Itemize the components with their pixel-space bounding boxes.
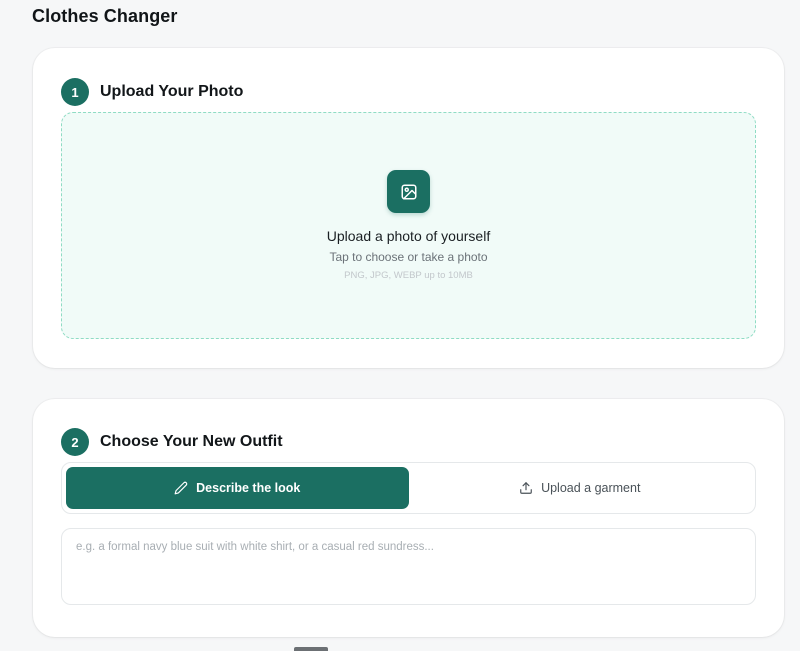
outfit-mode-tabs: Describe the look Upload a garment (61, 462, 756, 514)
step-2-badge: 2 (61, 428, 89, 456)
dropzone-subtitle: Tap to choose or take a photo (329, 250, 488, 264)
tab-upload-garment-label: Upload a garment (541, 481, 641, 495)
image-icon (387, 170, 430, 213)
dropzone-title: Upload a photo of yourself (326, 228, 491, 244)
step-1-title: Upload Your Photo (100, 83, 244, 100)
step-2-title: Choose Your New Outfit (100, 433, 283, 450)
step-1-header: 1 Upload Your Photo (61, 78, 243, 106)
outfit-description-field-wrapper (61, 528, 756, 605)
step-2-header: 2 Choose Your New Outfit (61, 428, 283, 456)
dropzone-file-hint: PNG, JPG, WEBP up to 10MB (344, 270, 473, 281)
bottom-handle (294, 647, 328, 651)
upload-photo-card: 1 Upload Your Photo Upload a photo of yo… (33, 48, 784, 368)
tab-describe-look-label: Describe the look (196, 481, 301, 495)
app-title: Clothes Changer (32, 6, 178, 26)
outfit-description-input[interactable] (62, 529, 755, 604)
pencil-icon (174, 481, 188, 495)
upload-icon (519, 481, 533, 495)
tab-upload-garment[interactable]: Upload a garment (409, 467, 752, 509)
tab-describe-look[interactable]: Describe the look (66, 467, 409, 509)
step-1-badge: 1 (61, 78, 89, 106)
choose-outfit-card: 2 Choose Your New Outfit Describe the lo… (33, 399, 784, 637)
photo-dropzone[interactable]: Upload a photo of yourself Tap to choose… (61, 112, 756, 339)
